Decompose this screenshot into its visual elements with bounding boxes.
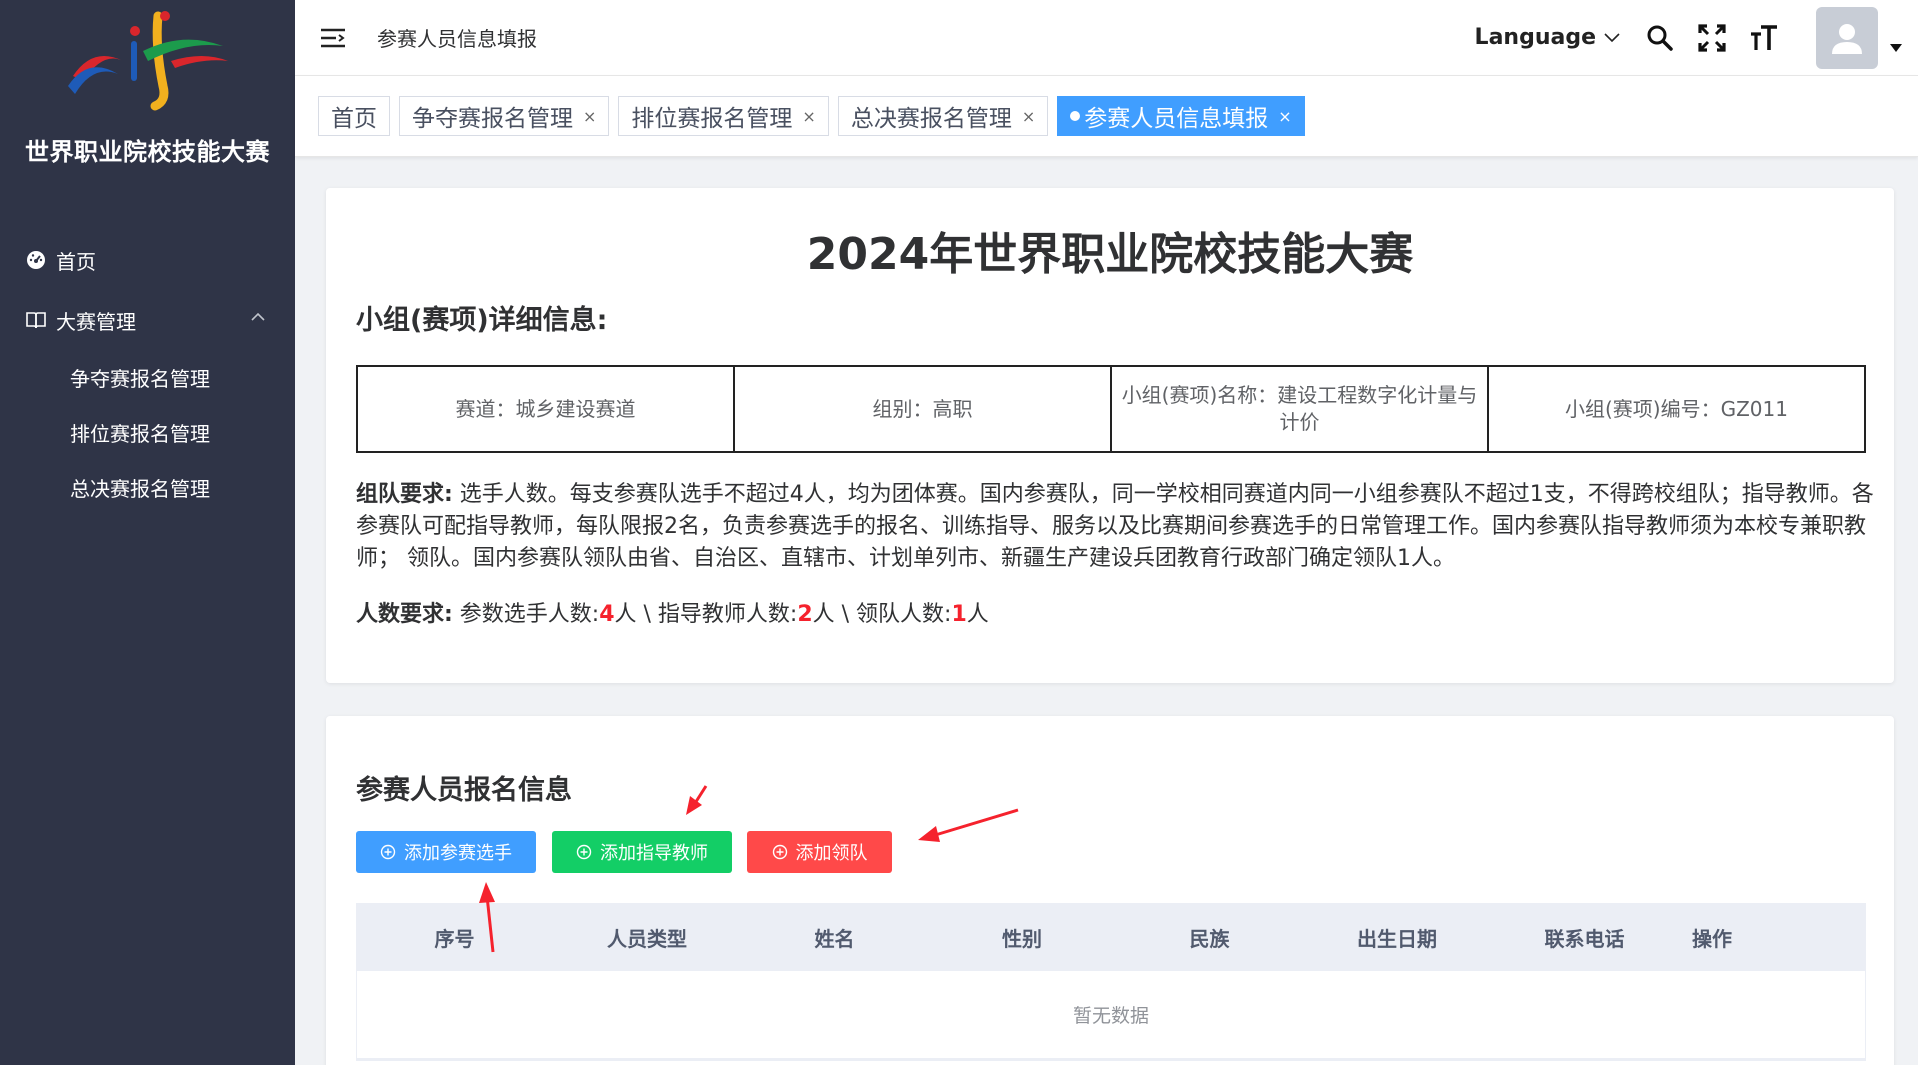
tag-final-registration[interactable]: 总决赛报名管理 ×: [837, 96, 1049, 136]
book-icon: [24, 308, 48, 332]
sidebar-item-contest-registration[interactable]: 争夺赛报名管理: [0, 350, 295, 405]
page-title: 2024年世界职业院校技能大赛: [806, 229, 1414, 280]
tag-ranking-registration[interactable]: 排位赛报名管理 ×: [618, 96, 829, 136]
plus-circle-icon: [772, 844, 787, 860]
avatar[interactable]: [1816, 6, 1878, 69]
sidebar-item-label: 首页: [56, 249, 96, 274]
sidebar-menu: 首页 大赛管理 争夺赛报名管理 排位赛报名管理 总决赛报名管理: [0, 230, 295, 515]
dashboard-icon: [24, 248, 48, 272]
tag-contest-registration[interactable]: 争夺赛报名管理 ×: [399, 96, 610, 136]
hamburger-icon[interactable]: [319, 24, 347, 52]
info-cell-track: 赛道：城乡建设赛道: [358, 367, 735, 451]
tag-label: 排位赛报名管理: [631, 106, 793, 132]
caret-down-icon[interactable]: [1890, 43, 1902, 52]
personnel-table: 序号 人员类型 姓名 性别 民族 出生日期 联系电话 操作 暂无数据: [356, 903, 1866, 1061]
table-header: 序号 人员类型 姓名 性别 民族 出生日期 联系电话 操作: [357, 904, 1865, 970]
column-header[interactable]: 姓名: [742, 923, 927, 952]
plus-circle-icon: [380, 844, 396, 860]
close-icon[interactable]: ×: [802, 107, 815, 126]
table-empty-state: 暂无数据: [357, 970, 1865, 1060]
tag-label: 首页: [331, 106, 377, 132]
add-leader-label: 添加领队: [795, 843, 868, 864]
team-requirements: 组队要求: 选手人数。每支参赛队选手不超过4人，均为团体赛。国内参赛队，同一学校…: [356, 479, 1876, 575]
count-req-label: 人数要求:: [356, 602, 453, 627]
top-navbar: 参赛人员信息填报 Language: [295, 0, 1918, 75]
competition-logo-icon: [67, 11, 228, 111]
tags-view: 首页 争夺赛报名管理 × 排位赛报名管理 × 总决赛报名管理 × 参赛人员信息填…: [295, 75, 1918, 157]
sidebar-group-label: 大赛管理: [56, 309, 136, 334]
info-table: 赛道：城乡建设赛道 组别：高职 小组(赛项)名称：建设工程数字化计量与计价 小组…: [356, 365, 1866, 453]
leaders-count: 1: [951, 602, 967, 627]
tag-label: 总决赛报名管理: [850, 106, 1012, 132]
add-teacher-label: 添加指导教师: [600, 843, 708, 864]
chevron-down-icon: [1604, 32, 1620, 42]
detail-section-title: 小组(赛项)详细信息:: [356, 305, 608, 336]
fullscreen-icon[interactable]: [1696, 22, 1728, 54]
detail-card: 2024年世界职业院校技能大赛 小组(赛项)详细信息: 赛道：城乡建设赛道 组别…: [326, 188, 1894, 683]
add-player-label: 添加参赛选手: [404, 843, 512, 864]
column-header[interactable]: 操作: [1677, 923, 1747, 952]
players-label: 参数选手人数:: [452, 602, 600, 627]
active-dot-icon: [1070, 111, 1081, 121]
column-header[interactable]: 联系电话: [1492, 923, 1677, 952]
logo: 世界职业院校技能大赛: [0, 0, 295, 190]
count-requirements: 人数要求: 参数选手人数:4人 \ 指导教师人数:2人 \ 领队人数:1人: [356, 599, 1876, 631]
sidebar-item-home[interactable]: 首页: [0, 230, 295, 290]
sidebar-item-final-registration[interactable]: 总决赛报名管理: [0, 460, 295, 515]
close-icon[interactable]: ×: [583, 107, 596, 126]
players-count: 4: [599, 602, 615, 627]
logo-title: 世界职业院校技能大赛: [25, 138, 270, 166]
info-cell-event-code: 小组(赛项)编号：GZ011: [1565, 396, 1788, 421]
column-header[interactable]: 人员类型: [552, 923, 742, 952]
sidebar-group-competition[interactable]: 大赛管理: [0, 290, 295, 350]
tag-label: 争夺赛报名管理: [412, 106, 573, 132]
team-req-text: 选手人数。每支参赛队选手不超过4人，均为团体赛。国内参赛队，同一学校相同赛道内同…: [356, 482, 1874, 571]
close-icon[interactable]: ×: [1278, 107, 1291, 126]
column-header[interactable]: 性别: [927, 923, 1117, 952]
registration-card: 参赛人员报名信息 添加参赛选手 添加指导教师 添加领队 序号 人员类型 姓名 性…: [326, 716, 1894, 1065]
teachers-count: 2: [797, 602, 813, 627]
tag-home[interactable]: 首页: [318, 96, 390, 136]
language-selector[interactable]: Language: [1475, 25, 1620, 50]
tag-participant-info[interactable]: 参赛人员信息填报 ×: [1057, 96, 1305, 136]
add-leader-button[interactable]: 添加领队: [747, 831, 892, 873]
sidebar-item-ranking-registration[interactable]: 排位赛报名管理: [0, 405, 295, 460]
players-unit: 人 \ 指导教师人数:: [614, 602, 798, 627]
column-header[interactable]: 民族: [1117, 923, 1302, 952]
language-label: Language: [1474, 25, 1596, 50]
close-icon[interactable]: ×: [1022, 107, 1035, 126]
sidebar: 世界职业院校技能大赛 首页 大赛管理 争夺赛报名管理 排位赛报名管理 总决赛报名…: [0, 0, 295, 1065]
user-icon: [1832, 23, 1862, 54]
add-teacher-button[interactable]: 添加指导教师: [552, 831, 732, 873]
header-right: Language: [1475, 0, 1918, 75]
tag-label: 参赛人员信息填报: [1084, 106, 1269, 132]
plus-circle-icon: [576, 844, 592, 860]
info-cell-event-name: 小组(赛项)名称：建设工程数字化计量与计价: [1112, 367, 1489, 451]
chevron-up-icon: [251, 312, 265, 321]
breadcrumb: 参赛人员信息填报: [377, 27, 537, 51]
teachers-unit: 人 \ 领队人数:: [812, 602, 952, 627]
registration-section-title: 参赛人员报名信息: [356, 775, 572, 806]
info-cell-group: 组别：高职: [735, 367, 1112, 451]
column-header[interactable]: 出生日期: [1302, 923, 1492, 952]
column-header[interactable]: 序号: [357, 923, 552, 952]
font-size-icon[interactable]: [1748, 22, 1780, 54]
leaders-unit: 人: [966, 602, 989, 627]
search-icon[interactable]: [1644, 22, 1676, 54]
add-player-button[interactable]: 添加参赛选手: [356, 831, 536, 873]
team-req-label: 组队要求:: [356, 482, 453, 507]
